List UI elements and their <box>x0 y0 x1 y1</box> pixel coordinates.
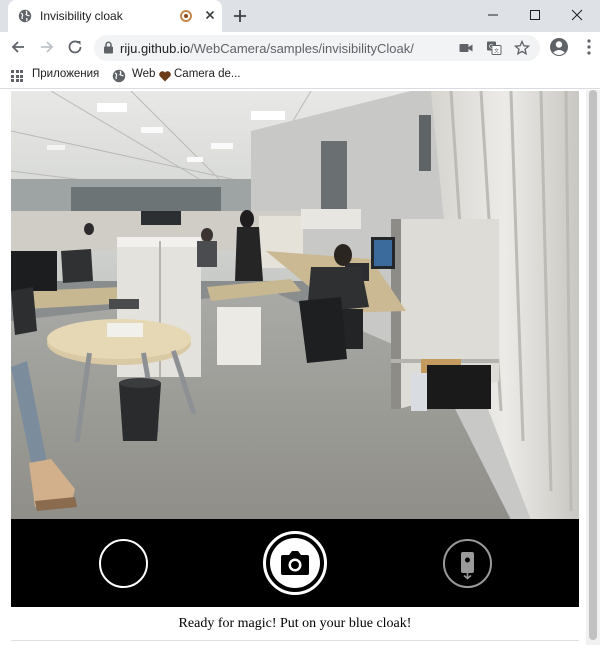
close-window-icon <box>571 9 583 21</box>
new-tab-icon[interactable] <box>230 6 250 26</box>
bookmark-web[interactable]: Web <box>132 68 155 84</box>
office-scene-image <box>11 91 579 520</box>
url-path: /WebCamera/samples/invisibilityCloak/ <box>190 41 414 56</box>
minimize-icon <box>488 14 498 16</box>
account-icon[interactable] <box>549 37 569 57</box>
url-host: riju.github.io <box>120 41 191 56</box>
translate-icon[interactable]: G 文 <box>486 40 502 56</box>
tab-strip: Invisibility cloak <box>0 0 600 32</box>
bookmark-camera[interactable]: Camera de... <box>174 68 240 84</box>
recording-indicator-icon <box>180 10 192 22</box>
back-arrow-icon[interactable] <box>9 38 27 56</box>
snapshot-button[interactable] <box>263 531 327 595</box>
forward-arrow-icon[interactable] <box>38 38 56 56</box>
effect-toggle-button[interactable] <box>99 539 148 588</box>
heart-icon <box>159 71 171 82</box>
globe-icon <box>112 69 126 83</box>
scrollbar[interactable] <box>586 90 600 645</box>
snapshot-button-face <box>270 538 320 588</box>
svg-text:文: 文 <box>494 48 499 55</box>
url-text: riju.github.io/WebCamera/samples/invisib… <box>120 41 414 56</box>
camera-controls-bar <box>11 519 579 607</box>
minimize-button[interactable] <box>472 0 514 32</box>
video-camera-icon[interactable] <box>458 40 474 56</box>
address-bar[interactable]: riju.github.io/WebCamera/samples/invisib… <box>94 35 540 61</box>
reload-icon[interactable] <box>66 38 84 56</box>
globe-icon <box>18 9 32 23</box>
maximize-button[interactable] <box>514 0 556 32</box>
close-icon[interactable] <box>202 7 218 23</box>
maximize-icon <box>530 10 540 20</box>
lock-icon[interactable] <box>103 41 114 54</box>
apps-grid-icon[interactable] <box>11 70 23 82</box>
bookmarks-bar: Приложения Web Camera de... <box>0 63 600 89</box>
camera-icon <box>281 551 309 575</box>
tab-active[interactable]: Invisibility cloak <box>8 0 222 32</box>
status-message: Ready for magic! Put on your blue cloak! <box>178 616 412 631</box>
switch-camera-icon <box>461 552 474 580</box>
camera-video-feed <box>11 91 579 520</box>
close-window-button[interactable] <box>556 0 598 32</box>
scrollbar-thumb[interactable] <box>589 90 597 640</box>
switch-camera-button[interactable] <box>443 539 492 588</box>
divider <box>11 640 579 641</box>
star-icon[interactable] <box>514 40 530 56</box>
tab-title: Invisibility cloak <box>40 9 123 23</box>
browser-toolbar: riju.github.io/WebCamera/samples/invisib… <box>0 32 600 63</box>
more-menu-icon[interactable] <box>582 38 596 56</box>
bookmark-apps[interactable]: Приложения <box>32 68 99 84</box>
